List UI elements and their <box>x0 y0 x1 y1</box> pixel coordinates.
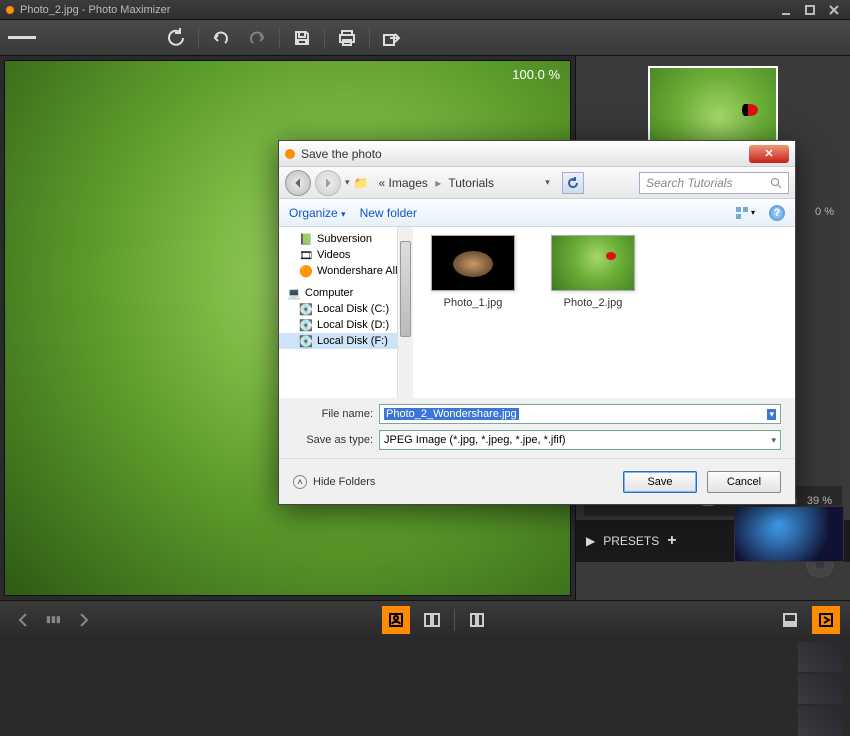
separator <box>279 27 280 49</box>
plus-icon[interactable]: + <box>667 532 676 550</box>
preset-preview[interactable] <box>734 506 844 562</box>
revert-icon[interactable] <box>162 24 190 52</box>
search-input[interactable]: Search Tutorials <box>639 172 789 194</box>
maximize-button[interactable] <box>800 3 820 17</box>
tree-videos[interactable]: 🎞Videos <box>279 247 412 263</box>
file-photo-1[interactable]: Photo_1.jpg <box>425 235 521 309</box>
tree-disk-d[interactable]: 💽Local Disk (D:) <box>279 317 412 333</box>
dialog-fields: File name: Photo_2_Wondershare.jpg▾ Save… <box>279 398 795 458</box>
refresh-button[interactable] <box>562 172 584 194</box>
dialog-button-row: ˄ Hide Folders Save Cancel <box>279 458 795 504</box>
separator <box>324 27 325 49</box>
compare-mode-button[interactable] <box>418 606 446 634</box>
tree-scrollbar[interactable] <box>397 227 413 398</box>
history-dropdown-icon[interactable]: ▾ <box>345 177 350 188</box>
file-pane[interactable]: Photo_1.jpg Photo_2.jpg <box>413 227 795 398</box>
app-icon: 🟠 <box>299 265 313 277</box>
chevron-right-icon: ▸ <box>435 176 441 190</box>
presets-label: PRESETS <box>603 534 659 548</box>
title-bar: Photo_2.jpg - Photo Maximizer <box>0 0 850 20</box>
file-thumbnail <box>551 235 635 291</box>
dialog-toolbar: Organize ▾ New folder ▾ ? <box>279 199 795 227</box>
cancel-button[interactable]: Cancel <box>707 471 781 493</box>
print-icon[interactable] <box>333 24 361 52</box>
help-button[interactable]: ? <box>769 205 785 221</box>
file-thumbnail <box>431 235 515 291</box>
file-label: Photo_2.jpg <box>564 297 623 309</box>
minimize-button[interactable] <box>776 3 796 17</box>
save-button[interactable]: Save <box>623 471 697 493</box>
ladybug-icon <box>742 104 758 116</box>
app-icon <box>6 6 14 14</box>
dialog-nav-bar: ▾ 📁 « Images ▸ Tutorials ▾ Search Tutori… <box>279 167 795 199</box>
search-icon <box>770 177 782 189</box>
folder-icon: 📗 <box>299 233 313 245</box>
view-mode-b-button[interactable] <box>812 606 840 634</box>
file-photo-2[interactable]: Photo_2.jpg <box>545 235 641 309</box>
collapse-icon: ˄ <box>293 475 307 489</box>
window-title: Photo_2.jpg - Photo Maximizer <box>20 4 170 16</box>
videos-icon: 🎞 <box>299 249 313 261</box>
redo-icon[interactable] <box>243 24 271 52</box>
computer-icon: 💻 <box>287 287 301 299</box>
preset-thumbs <box>798 642 842 736</box>
save-icon[interactable] <box>288 24 316 52</box>
organize-menu[interactable]: Organize ▾ <box>289 206 346 220</box>
portrait-mode-button[interactable] <box>382 606 410 634</box>
zoom-readout: 100.0 % <box>512 67 560 82</box>
separator <box>369 27 370 49</box>
folder-icon: 📁 <box>354 176 369 190</box>
nav-back-button[interactable] <box>285 170 311 196</box>
close-button[interactable] <box>824 3 844 17</box>
tree-wondershare[interactable]: 🟠Wondershare AllMy <box>279 263 412 279</box>
breadcrumb-tutorials[interactable]: Tutorials <box>448 176 494 190</box>
dialog-body: 📗Subversion 🎞Videos 🟠Wondershare AllMy 💻… <box>279 227 795 398</box>
saveas-label: Save as type: <box>293 434 373 446</box>
breadcrumb-root[interactable]: « <box>378 176 385 190</box>
tree-subversion[interactable]: 📗Subversion <box>279 231 412 247</box>
new-folder-button[interactable]: New folder <box>360 206 417 220</box>
export-icon[interactable] <box>378 24 406 52</box>
main-toolbar <box>0 20 850 56</box>
tree-computer[interactable]: 💻Computer <box>279 285 412 301</box>
view-mode-a-button[interactable] <box>776 606 804 634</box>
bottom-toolbar: ▮▮▮ <box>0 600 850 638</box>
disk-icon: 💽 <box>299 319 313 331</box>
dropdown-icon[interactable]: ▾ <box>767 409 776 420</box>
dialog-icon <box>285 149 295 159</box>
menu-button[interactable] <box>8 24 36 52</box>
dialog-title: Save the photo <box>301 147 382 161</box>
breadcrumb-images[interactable]: Images <box>389 176 428 190</box>
view-options-button[interactable]: ▾ <box>735 204 755 222</box>
tree-disk-c[interactable]: 💽Local Disk (C:) <box>279 301 412 317</box>
separator <box>454 609 455 631</box>
next-image-button[interactable] <box>69 606 97 634</box>
nav-forward-button[interactable] <box>315 170 341 196</box>
dialog-title-bar[interactable]: Save the photo ✕ <box>279 141 795 167</box>
dropdown-icon[interactable]: ▾ <box>771 435 776 446</box>
prev-image-button[interactable] <box>10 606 38 634</box>
search-placeholder: Search Tutorials <box>646 176 732 190</box>
undo-icon[interactable] <box>207 24 235 52</box>
strip-icon: ▮▮▮ <box>46 614 61 625</box>
filename-label: File name: <box>293 408 373 420</box>
save-dialog: Save the photo ✕ ▾ 📁 « Images ▸ Tutorial… <box>278 140 796 505</box>
breadcrumb[interactable]: « Images ▸ Tutorials <box>378 176 493 190</box>
hide-folders-toggle[interactable]: ˄ Hide Folders <box>293 475 375 489</box>
chevron-right-icon: ▶ <box>586 534 595 548</box>
path-dropdown-icon[interactable]: ▾ <box>545 177 550 188</box>
filename-input[interactable]: Photo_2_Wondershare.jpg▾ <box>379 404 781 424</box>
disk-icon: 💽 <box>299 303 313 315</box>
tree-disk-f[interactable]: 💽Local Disk (F:) <box>279 333 412 349</box>
folder-tree[interactable]: 📗Subversion 🎞Videos 🟠Wondershare AllMy 💻… <box>279 227 413 353</box>
file-label: Photo_1.jpg <box>444 297 503 309</box>
disk-icon: 💽 <box>299 335 313 347</box>
dialog-close-button[interactable]: ✕ <box>749 145 789 163</box>
fit-button[interactable] <box>463 606 491 634</box>
scrollbar-thumb[interactable] <box>400 241 411 337</box>
saveas-select[interactable]: JPEG Image (*.jpg, *.jpeg, *.jpe, *.jfif… <box>379 430 781 450</box>
separator <box>198 27 199 49</box>
